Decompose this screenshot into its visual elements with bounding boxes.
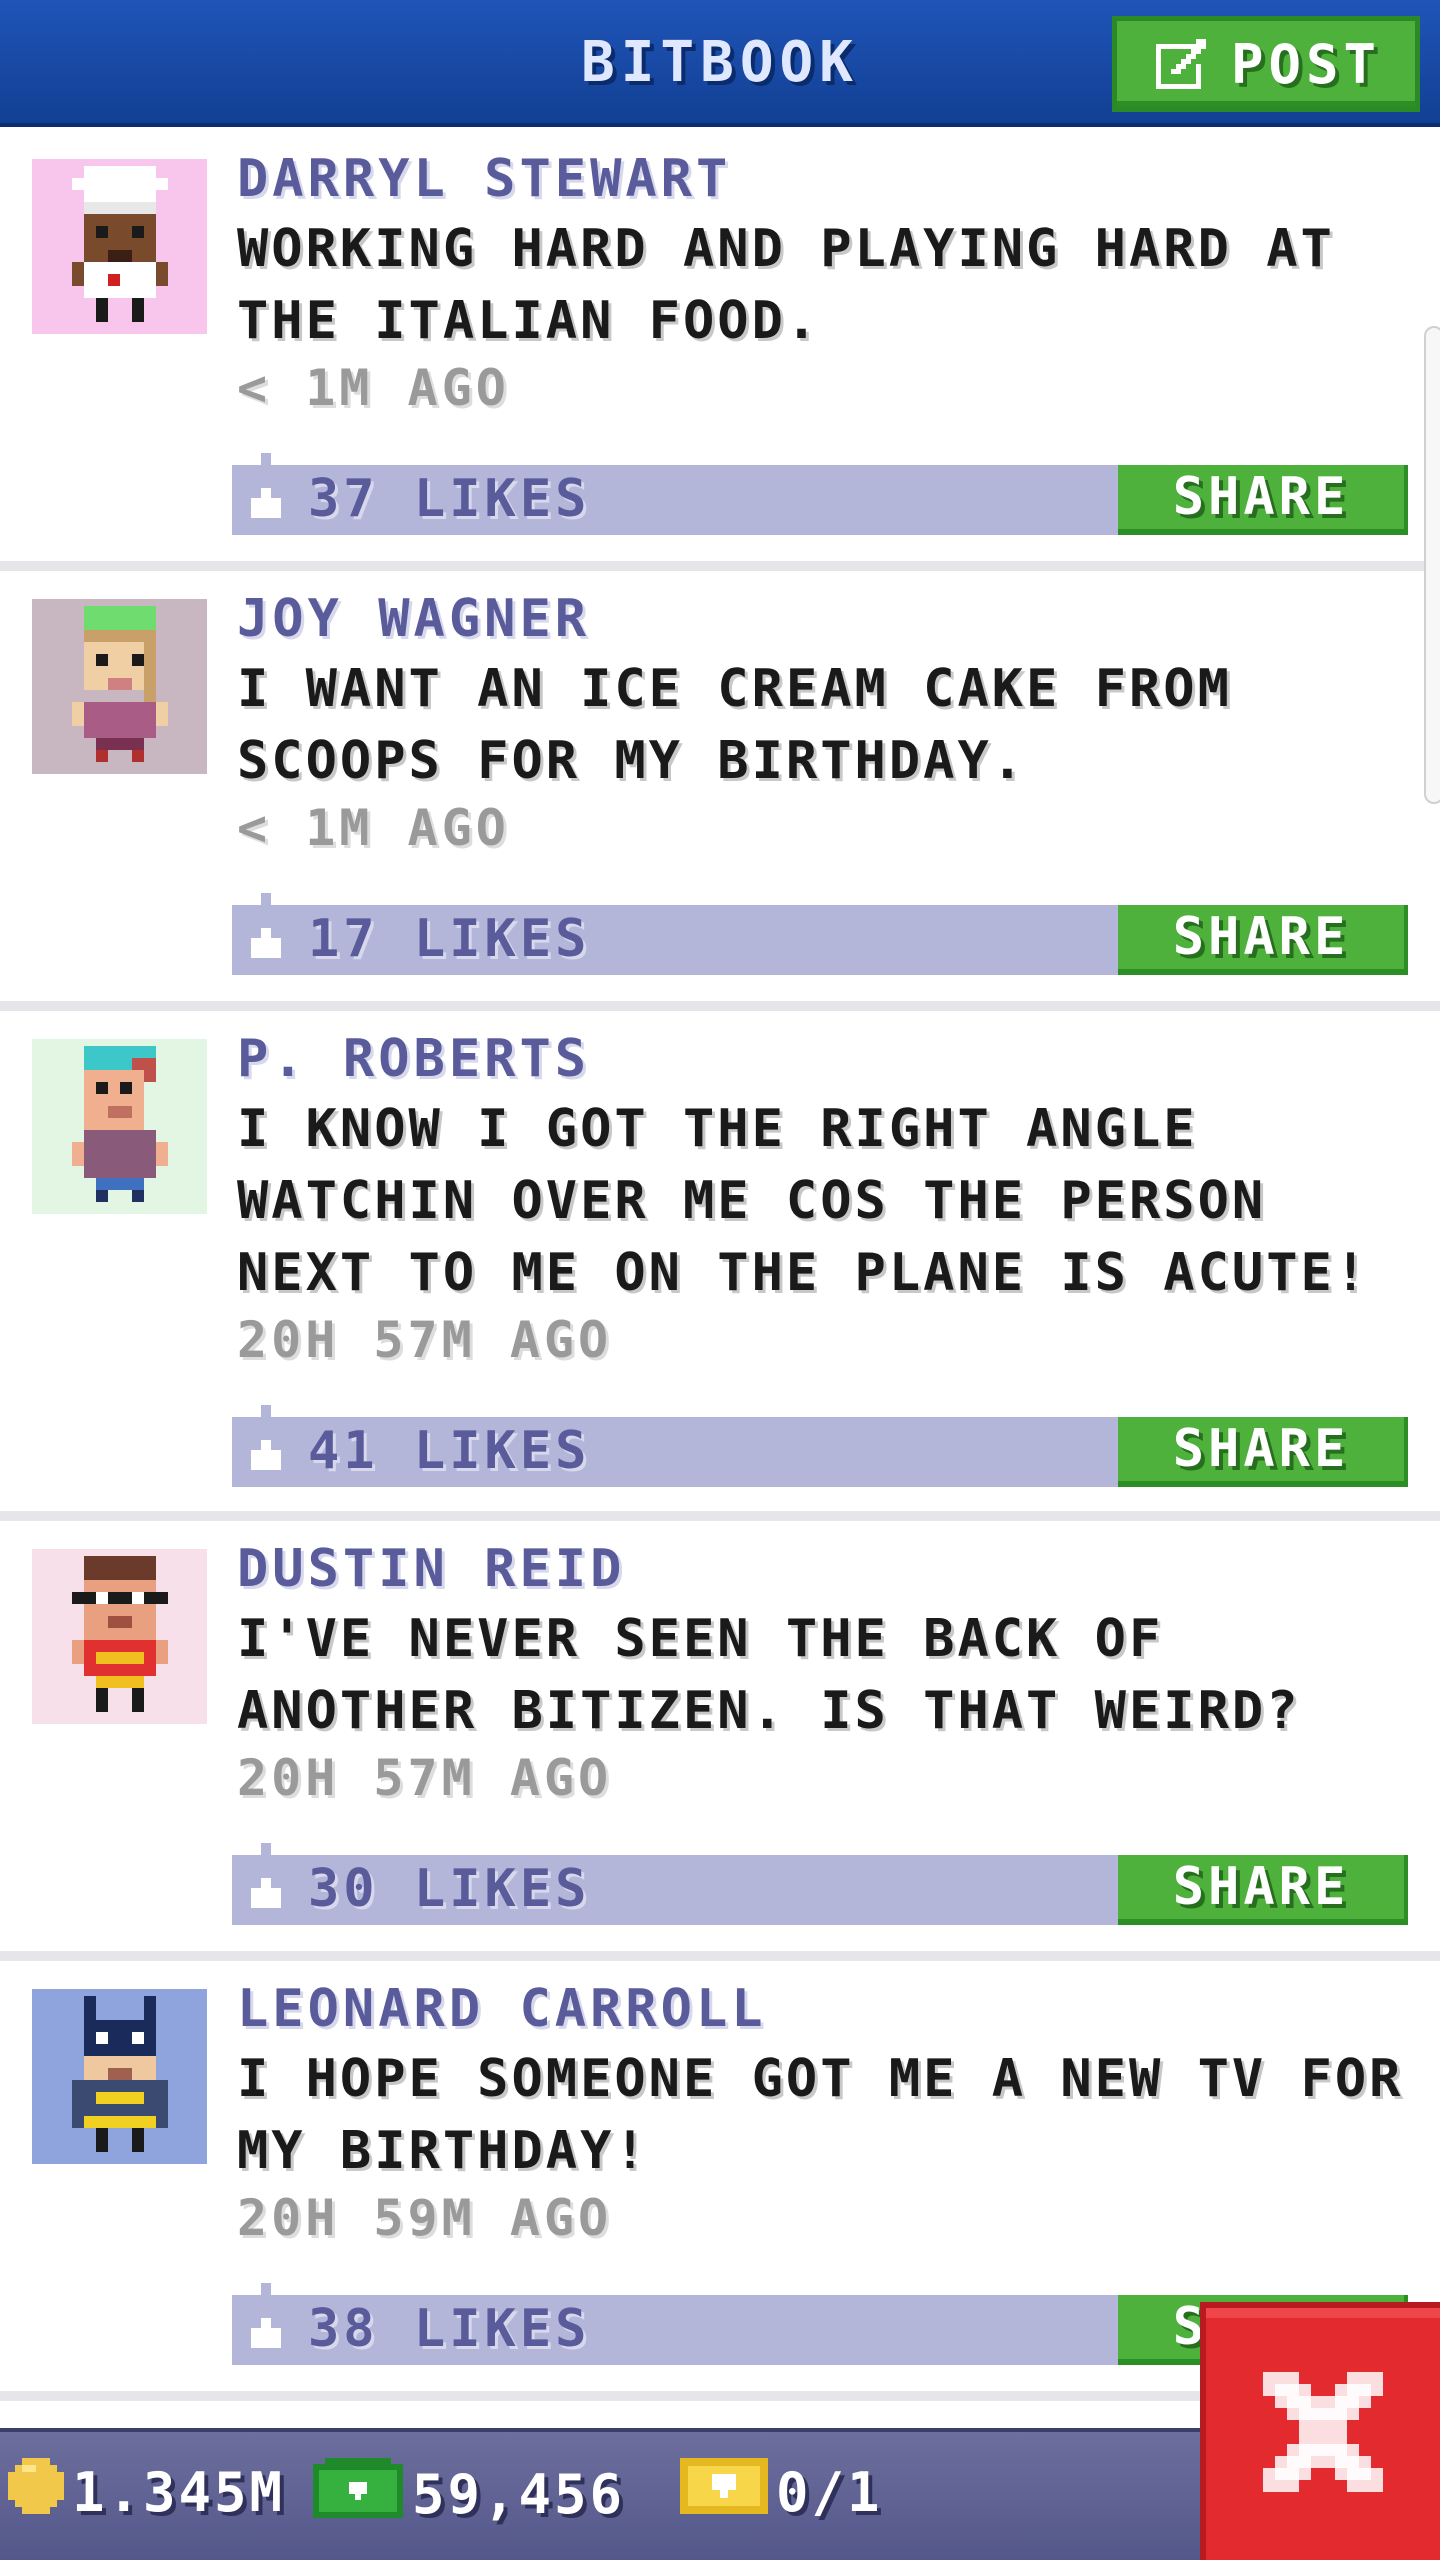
post-button-label: POST xyxy=(1230,32,1382,96)
post-author[interactable]: DARRYL STEWART xyxy=(237,149,731,209)
post-time: < 1M AGO xyxy=(237,359,510,417)
thumbs-up-icon xyxy=(246,453,286,523)
post-button[interactable]: POST xyxy=(1112,16,1420,112)
avatar xyxy=(32,1549,207,1724)
post-time: 20H 57M AGO xyxy=(237,1311,613,1369)
share-button[interactable]: SHARE xyxy=(1118,905,1408,975)
tickets-value: 0/1 xyxy=(776,2461,883,2524)
like-count: 37 LIKES xyxy=(308,469,591,529)
ticket-icon xyxy=(680,2458,768,2527)
post-time: 20H 57M AGO xyxy=(237,1749,613,1807)
thumbs-up-icon xyxy=(246,1843,286,1913)
like-count: 41 LIKES xyxy=(308,1421,591,1481)
post-message: I HOPE SOMEONE GOT ME A NEW TV FOR MY BI… xyxy=(237,2049,1404,2181)
coins-stat: 1.345M xyxy=(8,2458,285,2527)
feed-post: DARRYL STEWART WORKING HARD AND PLAYING … xyxy=(0,131,1440,571)
post-message: I KNOW I GOT THE RIGHT ANGLE WATCHIN OVE… xyxy=(237,1099,1370,1303)
like-count: 38 LIKES xyxy=(308,2299,591,2359)
like-count: 17 LIKES xyxy=(308,909,591,969)
like-bar[interactable]: 30 LIKES SHARE xyxy=(232,1843,1408,1925)
feed-post: DUSTIN REID I'VE NEVER SEEN THE BACK OF … xyxy=(0,1521,1440,1961)
avatar xyxy=(32,1039,207,1214)
close-button[interactable] xyxy=(1200,2302,1440,2560)
avatar xyxy=(32,159,207,334)
post-author[interactable]: DUSTIN REID xyxy=(237,1539,625,1599)
post-author[interactable]: LEONARD CARROLL xyxy=(237,1979,767,2039)
coin-icon xyxy=(8,2458,64,2527)
cash-icon xyxy=(312,2458,404,2531)
feed-post: P. ROBERTS I KNOW I GOT THE RIGHT ANGLE … xyxy=(0,1011,1440,1521)
like-count: 30 LIKES xyxy=(308,1859,591,1919)
share-button[interactable]: SHARE xyxy=(1118,1855,1408,1925)
avatar xyxy=(32,1989,207,2164)
post-time: < 1M AGO xyxy=(237,799,510,857)
post-author[interactable]: JOY WAGNER xyxy=(237,589,590,649)
scrollbar[interactable] xyxy=(1424,326,1440,804)
thumbs-up-icon xyxy=(246,1405,286,1475)
share-button[interactable]: SHARE xyxy=(1118,1417,1408,1487)
tickets-stat: 0/1 xyxy=(680,2458,883,2527)
thumbs-up-icon xyxy=(246,2283,286,2353)
thumbs-up-icon xyxy=(246,893,286,963)
coins-value: 1.345M xyxy=(72,2461,286,2524)
close-icon xyxy=(1263,2372,1383,2496)
post-message: WORKING HARD AND PLAYING HARD AT THE ITA… xyxy=(237,219,1335,351)
post-message: I'VE NEVER SEEN THE BACK OF ANOTHER BITI… xyxy=(237,1609,1301,1741)
post-author[interactable]: P. ROBERTS xyxy=(237,1029,590,1089)
avatar xyxy=(32,599,207,774)
news-feed[interactable]: DARRYL STEWART WORKING HARD AND PLAYING … xyxy=(0,131,1440,2401)
post-message: I WANT AN ICE CREAM CAKE FROM SCOOPS FOR… xyxy=(237,659,1232,791)
like-bar[interactable]: 17 LIKES SHARE xyxy=(232,893,1408,975)
edit-icon xyxy=(1151,34,1211,94)
like-bar[interactable]: 41 LIKES SHARE xyxy=(232,1405,1408,1487)
share-button[interactable]: SHARE xyxy=(1118,465,1408,535)
like-bar[interactable]: 37 LIKES SHARE xyxy=(232,453,1408,535)
top-bar: BITBOOK POST xyxy=(0,0,1440,127)
post-time: 20H 59M AGO xyxy=(237,2189,613,2247)
feed-post: JOY WAGNER I WANT AN ICE CREAM CAKE FROM… xyxy=(0,571,1440,1011)
bux-value: 59,456 xyxy=(412,2463,626,2526)
bux-stat: 59,456 xyxy=(312,2458,625,2531)
